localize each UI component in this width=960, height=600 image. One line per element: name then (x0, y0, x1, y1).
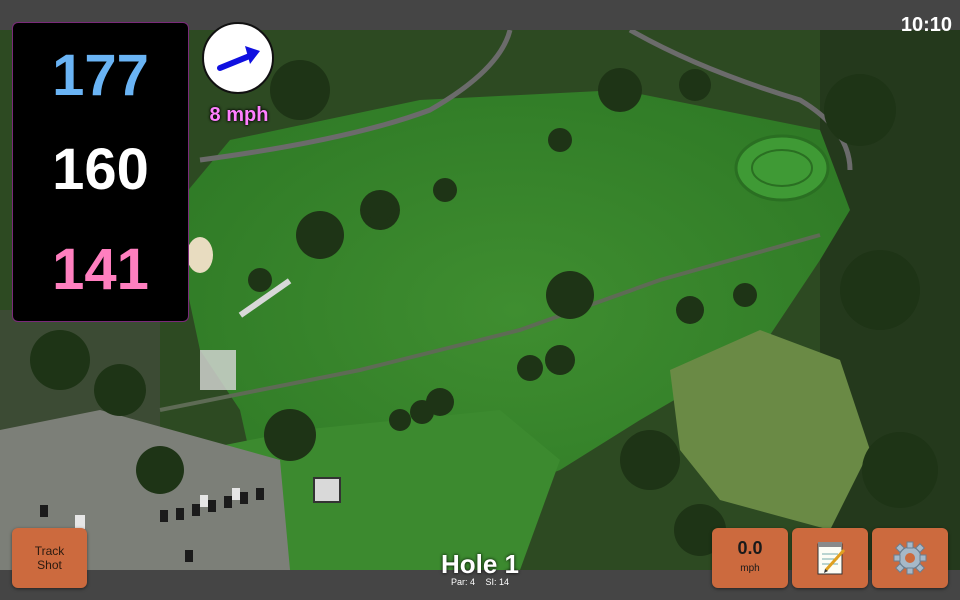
track-shot-button[interactable]: Track Shot (12, 528, 87, 588)
golf-gps-screen: 10:10 177 160 141 8 mph Track Shot Hole … (0, 0, 960, 600)
notepad-icon (817, 542, 846, 575)
speed-value: 0.0 (737, 538, 763, 558)
front-distance: 141 (52, 237, 149, 302)
hole-title: Hole 1 (440, 549, 520, 579)
clock: 10:10 (900, 14, 952, 36)
wind-indicator (202, 22, 274, 94)
hole-stroke-index: SI: 14 (485, 577, 510, 587)
speed-unit: mph (740, 563, 760, 574)
settings-button[interactable] (872, 528, 948, 588)
speed-button[interactable]: 0.0 mph (712, 528, 788, 588)
gear-icon (893, 541, 927, 575)
back-distance: 177 (52, 43, 149, 108)
arrow-up-right-icon (217, 46, 260, 71)
notes-button[interactable] (792, 528, 868, 588)
distance-panel: 177 160 141 (12, 22, 189, 322)
hole-par: Par: 4 (450, 577, 475, 587)
track-shot-label-line2: Shot (37, 558, 62, 572)
hole-meta: Par: 4 SI: 14 (380, 577, 580, 587)
middle-distance: 160 (52, 137, 149, 202)
wind-speed: 8 mph (209, 104, 269, 126)
track-shot-label-line1: Track (34, 544, 65, 558)
